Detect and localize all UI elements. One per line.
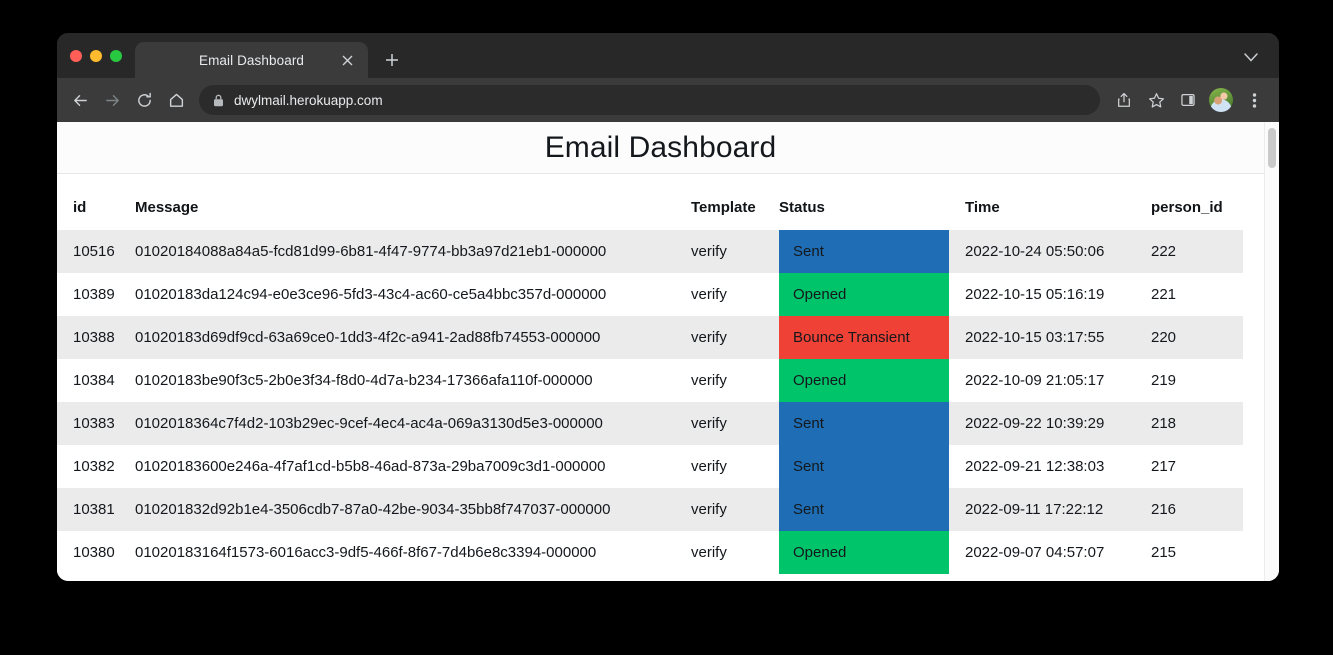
cell-id: 10380 [57,531,133,574]
status-badge: Opened [779,531,949,574]
toolbar-actions [1109,85,1269,115]
cell-id: 10516 [57,230,133,273]
page-content: Email Dashboard id Message Template Stat… [57,122,1264,581]
cell-message: 01020183600e246a-4f7af1cd-b5b8-46ad-873a… [133,445,689,488]
lock-icon [213,94,224,107]
cell-message: 01020183da124c94-e0e3ce96-5fd3-43c4-ac60… [133,273,689,316]
table-row[interactable]: 10384 01020183be90f3c5-2b0e3f34-f8d0-4d7a… [57,359,1243,402]
cell-person-id: 219 [1135,359,1243,402]
cell-template: verify [689,273,779,316]
cell-time: 2022-10-24 05:50:06 [949,230,1135,273]
table-body: 10516 01020184088a84a5-fcd81d99-6b81-4f47… [57,230,1243,574]
close-tab-icon[interactable] [338,51,356,69]
cell-id: 10381 [57,488,133,531]
cell-time: 2022-10-15 05:16:19 [949,273,1135,316]
browser-window: Email Dashboard dwylmail.herokuapp.com E… [57,33,1279,581]
maximize-window-button[interactable] [110,49,122,62]
status-badge: Sent [779,402,949,445]
table-row[interactable]: 10380 01020183164f1573-6016acc3-9df5-466f… [57,531,1243,574]
table-container: id Message Template Status Time person_i… [57,199,1264,574]
status-badge: Sent [779,230,949,273]
table-row[interactable]: 10516 01020184088a84a5-fcd81d99-6b81-4f47… [57,230,1243,273]
address-bar[interactable]: dwylmail.herokuapp.com [199,85,1100,115]
table-header: id Message Template Status Time person_i… [57,199,1243,230]
cell-message: 01020183164f1573-6016acc3-9df5-466f-8f67… [133,531,689,574]
tab-strip: Email Dashboard [57,33,1279,78]
table-row[interactable]: 10382 01020183600e246a-4f7af1cd-b5b8-46ad… [57,445,1243,488]
cell-time: 2022-09-11 17:22:12 [949,488,1135,531]
cell-id: 10383 [57,402,133,445]
close-window-button[interactable] [70,49,82,62]
cell-person-id: 218 [1135,402,1243,445]
cell-time: 2022-10-09 21:05:17 [949,359,1135,402]
column-header-person-id[interactable]: person_id [1135,199,1243,230]
page-header: Email Dashboard [57,122,1264,174]
cell-template: verify [689,445,779,488]
cell-template: verify [689,488,779,531]
table-header-row: id Message Template Status Time person_i… [57,199,1243,230]
cell-template: verify [689,230,779,273]
status-badge: Opened [779,273,949,316]
cell-id: 10382 [57,445,133,488]
cell-id: 10388 [57,316,133,359]
window-controls [66,33,131,78]
cell-person-id: 215 [1135,531,1243,574]
cell-time: 2022-10-15 03:17:55 [949,316,1135,359]
profile-avatar[interactable] [1209,88,1233,112]
tab-search-chevron-down-icon[interactable] [1239,45,1263,69]
cell-template: verify [689,402,779,445]
table-row[interactable]: 10383 0102018364c7f4d2-103b29ec-9cef-4ec4… [57,402,1243,445]
status-badge: Sent [779,445,949,488]
column-header-template[interactable]: Template [689,199,779,230]
scrollbar-thumb[interactable] [1268,128,1276,168]
browser-toolbar: dwylmail.herokuapp.com [57,78,1279,122]
home-icon[interactable] [161,85,191,115]
cell-person-id: 217 [1135,445,1243,488]
back-icon[interactable] [65,85,95,115]
cell-person-id: 222 [1135,230,1243,273]
new-tab-button[interactable] [377,45,407,75]
table-row[interactable]: 10381 010201832d92b1e4-3506cdb7-87a0-42be… [57,488,1243,531]
cell-person-id: 221 [1135,273,1243,316]
cell-message: 0102018364c7f4d2-103b29ec-9cef-4ec4-ac4a… [133,402,689,445]
cell-template: verify [689,359,779,402]
address-bar-url: dwylmail.herokuapp.com [234,92,383,108]
page-viewport: Email Dashboard id Message Template Stat… [57,122,1279,581]
cell-time: 2022-09-22 10:39:29 [949,402,1135,445]
cell-template: verify [689,316,779,359]
table-row[interactable]: 10389 01020183da124c94-e0e3ce96-5fd3-43c4… [57,273,1243,316]
cell-message: 010201832d92b1e4-3506cdb7-87a0-42be-9034… [133,488,689,531]
cell-message: 01020183be90f3c5-2b0e3f34-f8d0-4d7a-b234… [133,359,689,402]
cell-person-id: 216 [1135,488,1243,531]
status-badge: Opened [779,359,949,402]
share-icon[interactable] [1109,85,1139,115]
minimize-window-button[interactable] [90,49,102,62]
cell-id: 10389 [57,273,133,316]
cell-template: verify [689,531,779,574]
tab-title: Email Dashboard [198,52,305,68]
cell-person-id: 220 [1135,316,1243,359]
column-header-id[interactable]: id [57,199,133,230]
cell-message: 01020183d69df9cd-63a69ce0-1dd3-4f2c-a941… [133,316,689,359]
column-header-time[interactable]: Time [949,199,1135,230]
browser-tab[interactable]: Email Dashboard [135,42,368,78]
column-header-message[interactable]: Message [133,199,689,230]
forward-icon[interactable] [97,85,127,115]
page-title: Email Dashboard [544,130,777,164]
bookmark-star-icon[interactable] [1141,85,1171,115]
email-table: id Message Template Status Time person_i… [57,199,1243,574]
three-dot-menu-icon[interactable] [1239,85,1269,115]
reload-icon[interactable] [129,85,159,115]
cell-time: 2022-09-07 04:57:07 [949,531,1135,574]
vertical-scrollbar[interactable] [1264,122,1279,581]
table-row[interactable]: 10388 01020183d69df9cd-63a69ce0-1dd3-4f2c… [57,316,1243,359]
cell-id: 10384 [57,359,133,402]
cell-time: 2022-09-21 12:38:03 [949,445,1135,488]
cell-message: 01020184088a84a5-fcd81d99-6b81-4f47-9774… [133,230,689,273]
column-header-status[interactable]: Status [779,199,949,230]
status-badge: Bounce Transient [779,316,949,359]
side-panel-icon[interactable] [1173,85,1203,115]
status-badge: Sent [779,488,949,531]
